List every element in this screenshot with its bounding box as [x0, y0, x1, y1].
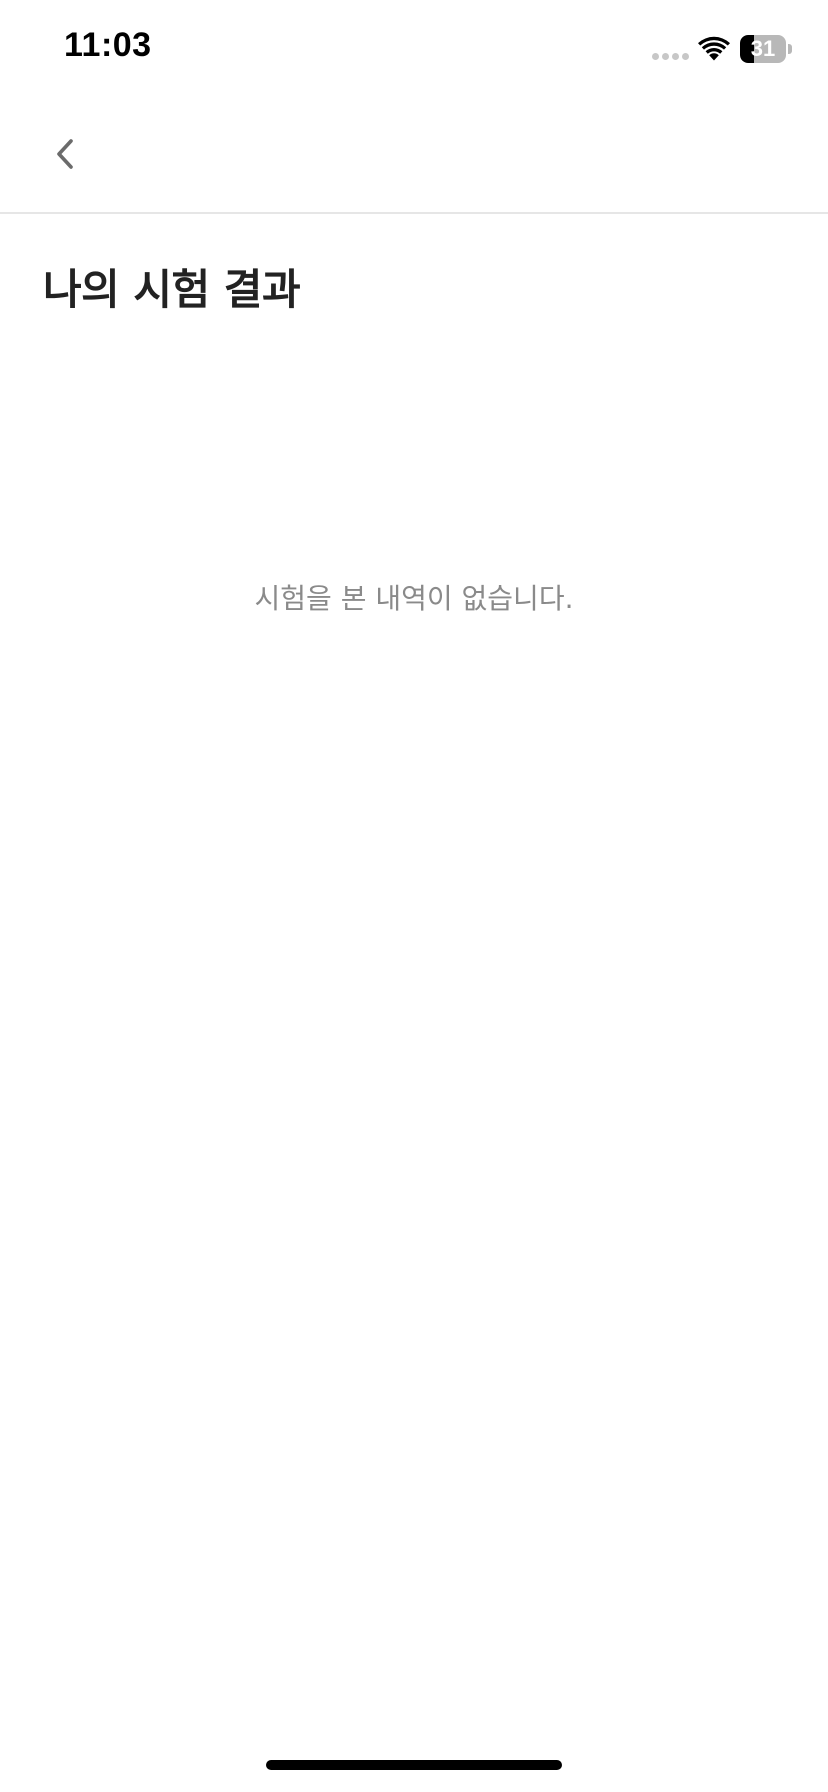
- status-time: 11:03: [64, 26, 152, 64]
- back-button[interactable]: [40, 124, 92, 184]
- battery-cap: [788, 44, 792, 54]
- battery-icon: 31: [740, 35, 786, 63]
- chevron-left-icon: [57, 139, 73, 169]
- signal-dots-icon: [652, 53, 692, 61]
- screen: 11:03 31 나의 시험 결과 시험을 본 내역이 없습니다.: [0, 0, 828, 1792]
- wifi-icon: [698, 36, 730, 61]
- status-bar: 11:03 31: [0, 0, 828, 100]
- home-indicator: [266, 1760, 562, 1770]
- empty-state-message: 시험을 본 내역이 없습니다.: [254, 582, 574, 615]
- battery-level: 31: [750, 36, 776, 61]
- nav-bar: [0, 100, 828, 214]
- page-title: 나의 시험 결과: [43, 265, 301, 314]
